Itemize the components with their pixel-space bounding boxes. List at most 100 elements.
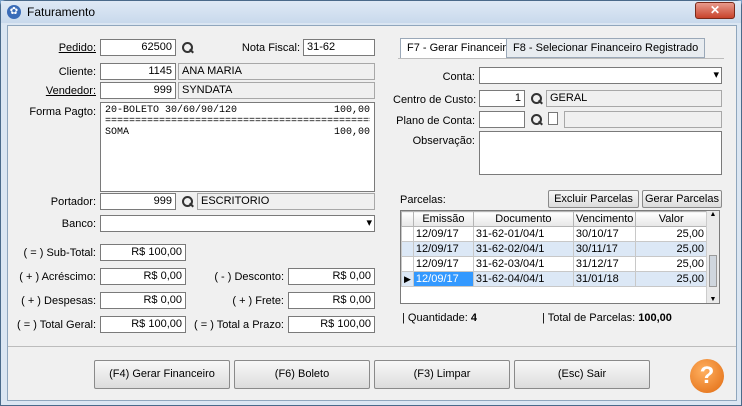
row-indicator-header bbox=[401, 211, 414, 227]
total-geral-label: ( = ) Total Geral: bbox=[17, 319, 96, 331]
despesas-field[interactable]: R$ 0,00 bbox=[100, 292, 186, 309]
cliente-code-field[interactable]: 1145 bbox=[100, 63, 176, 80]
row-indicator bbox=[401, 241, 414, 257]
table-row[interactable]: 12/09/17 31-62-01/04/1 30/10/17 25,00 bbox=[401, 226, 707, 242]
centro-custo-code[interactable]: 1 bbox=[479, 90, 525, 107]
forma-line-2: SOMA 100,00 bbox=[105, 127, 370, 138]
close-button[interactable]: ✕ bbox=[695, 2, 735, 19]
cell-documento[interactable]: 31-62-04/04/1 bbox=[472, 271, 574, 287]
cell-documento[interactable]: 31-62-01/04/1 bbox=[472, 226, 574, 242]
current-row-arrow-icon: ▶ bbox=[401, 271, 414, 287]
parcelas-grid[interactable]: Emissão Documento Vencimento Valor 12/09… bbox=[400, 210, 720, 304]
cell-emissao[interactable]: 12/09/17 bbox=[412, 241, 474, 257]
cell-emissao[interactable]: 12/09/17 bbox=[412, 226, 474, 242]
portador-label: Portador: bbox=[50, 196, 96, 208]
col-valor[interactable]: Valor bbox=[635, 211, 707, 227]
plano-conta-label: Plano de Conta: bbox=[396, 115, 475, 127]
col-vencimento[interactable]: Vencimento bbox=[572, 211, 637, 227]
title-bar: ✿ Faturamento ✕ bbox=[1, 1, 741, 23]
total-parcelas-summary: | Total de Parcelas: 100,00 bbox=[542, 312, 672, 324]
observacao-label: Observação: bbox=[412, 135, 475, 147]
frete-field[interactable]: R$ 0,00 bbox=[288, 292, 375, 309]
centro-custo-name: GERAL bbox=[546, 90, 722, 107]
search-pedido-icon[interactable] bbox=[181, 41, 194, 54]
acrescimo-field[interactable]: R$ 0,00 bbox=[100, 268, 186, 285]
faturamento-window: ✿ Faturamento ✕ Pedido: 62500 Nota Fisca… bbox=[0, 0, 742, 406]
portador-name-field: ESCRITORIO bbox=[197, 193, 375, 210]
window-title: Faturamento bbox=[27, 5, 96, 19]
portador-code-field[interactable]: 999 bbox=[100, 193, 176, 210]
cliente-label: Cliente: bbox=[58, 66, 96, 78]
cell-vencimento[interactable]: 30/10/17 bbox=[572, 226, 637, 242]
vendedor-label: Vendedor: bbox=[45, 85, 96, 97]
cell-emissao[interactable]: 12/09/17 bbox=[412, 271, 474, 287]
chevron-down-icon: ▾ bbox=[366, 217, 372, 229]
search-centro-icon[interactable] bbox=[530, 92, 543, 105]
total-prazo-label: ( = ) Total a Prazo: bbox=[194, 319, 284, 331]
row-indicator bbox=[401, 256, 414, 272]
cell-vencimento[interactable]: 31/01/18 bbox=[572, 271, 637, 287]
help-icon[interactable]: ? bbox=[690, 359, 724, 393]
nota-fiscal-label: Nota Fiscal: bbox=[241, 42, 300, 54]
cell-vencimento[interactable]: 30/11/17 bbox=[572, 241, 637, 257]
acrescimo-label: ( + ) Acréscimo: bbox=[19, 271, 96, 283]
desconto-label: ( - ) Desconto: bbox=[214, 271, 284, 283]
table-row-selected[interactable]: ▶ 12/09/17 31-62-04/04/1 31/01/18 25,00 bbox=[401, 271, 707, 287]
cliente-name-field: ANA MARIA bbox=[178, 63, 375, 80]
banco-select[interactable]: ▾ bbox=[100, 215, 375, 232]
frete-label: ( + ) Frete: bbox=[232, 295, 284, 307]
scroll-thumb[interactable] bbox=[709, 255, 717, 287]
cell-valor[interactable]: 25,00 bbox=[635, 256, 707, 272]
table-row[interactable]: 12/09/17 31-62-03/04/1 31/12/17 25,00 bbox=[401, 256, 707, 272]
grid-scrollbar[interactable]: ▲ ▼ bbox=[706, 211, 719, 303]
limpar-button[interactable]: (F3) Limpar bbox=[374, 360, 510, 389]
forma-pagto-memo[interactable]: 20-BOLETO 30/60/90/120 100,00 ===========… bbox=[100, 102, 375, 192]
scroll-up-icon[interactable]: ▲ bbox=[707, 211, 719, 218]
banco-label: Banco: bbox=[61, 218, 96, 230]
total-geral-field: R$ 100,00 bbox=[100, 316, 186, 333]
subtotal-label: ( = ) Sub-Total: bbox=[23, 247, 96, 259]
tab-gerar-financeiro[interactable]: F7 - Gerar Financeiro bbox=[400, 38, 520, 59]
app-icon: ✿ bbox=[7, 5, 21, 19]
cell-documento[interactable]: 31-62-03/04/1 bbox=[472, 256, 574, 272]
desconto-field[interactable]: R$ 0,00 bbox=[288, 268, 375, 285]
row-indicator bbox=[401, 226, 414, 242]
tab-selecionar-financeiro[interactable]: F8 - Selecionar Financeiro Registrado bbox=[506, 38, 706, 58]
search-portador-icon[interactable] bbox=[181, 195, 194, 208]
cell-vencimento[interactable]: 31/12/17 bbox=[572, 256, 637, 272]
cell-valor[interactable]: 25,00 bbox=[635, 241, 707, 257]
despesas-label: ( + ) Despesas: bbox=[21, 295, 96, 307]
excluir-parcelas-button[interactable]: Excluir Parcelas bbox=[548, 190, 639, 208]
col-documento[interactable]: Documento bbox=[472, 211, 574, 227]
cell-documento[interactable]: 31-62-02/04/1 bbox=[472, 241, 574, 257]
document-icon[interactable] bbox=[548, 112, 558, 125]
col-emissao[interactable]: Emissão bbox=[412, 211, 474, 227]
gerar-financeiro-button[interactable]: (F4) Gerar Financeiro bbox=[94, 360, 230, 389]
cell-valor[interactable]: 25,00 bbox=[635, 226, 707, 242]
nota-fiscal-field[interactable]: 31-62 bbox=[303, 39, 375, 56]
sair-button[interactable]: (Esc) Sair bbox=[514, 360, 650, 389]
quantidade-summary: | Quantidade: 4 bbox=[402, 312, 478, 324]
conta-select[interactable]: ▾ bbox=[479, 67, 722, 84]
vendedor-name-field: SYNDATA bbox=[178, 82, 375, 99]
tab-underline bbox=[398, 58, 724, 59]
search-plano-icon[interactable] bbox=[530, 113, 543, 126]
pedido-label: Pedido: bbox=[58, 42, 96, 54]
conta-label: Conta: bbox=[442, 71, 475, 83]
observacao-memo[interactable] bbox=[479, 131, 722, 175]
cell-emissao[interactable]: 12/09/17 bbox=[412, 256, 474, 272]
pedido-field[interactable]: 62500 bbox=[100, 39, 176, 56]
gerar-parcelas-button[interactable]: Gerar Parcelas bbox=[642, 190, 722, 208]
cell-valor[interactable]: 25,00 bbox=[635, 271, 707, 287]
client-area: Pedido: 62500 Nota Fiscal: 31-62 Cliente… bbox=[7, 25, 737, 401]
scroll-down-icon[interactable]: ▼ bbox=[707, 296, 719, 303]
plano-conta-name bbox=[564, 111, 722, 128]
footer-divider bbox=[8, 346, 736, 347]
table-row[interactable]: 12/09/17 31-62-02/04/1 30/11/17 25,00 bbox=[401, 241, 707, 257]
forma-pagto-label: Forma Pagto: bbox=[29, 106, 96, 118]
vendedor-code-field[interactable]: 999 bbox=[100, 82, 176, 99]
forma-line-1: 20-BOLETO 30/60/90/120 100,00 bbox=[105, 105, 370, 116]
boleto-button[interactable]: (F6) Boleto bbox=[234, 360, 370, 389]
forma-separator: ========================================… bbox=[105, 116, 370, 127]
plano-conta-code[interactable] bbox=[479, 111, 525, 128]
